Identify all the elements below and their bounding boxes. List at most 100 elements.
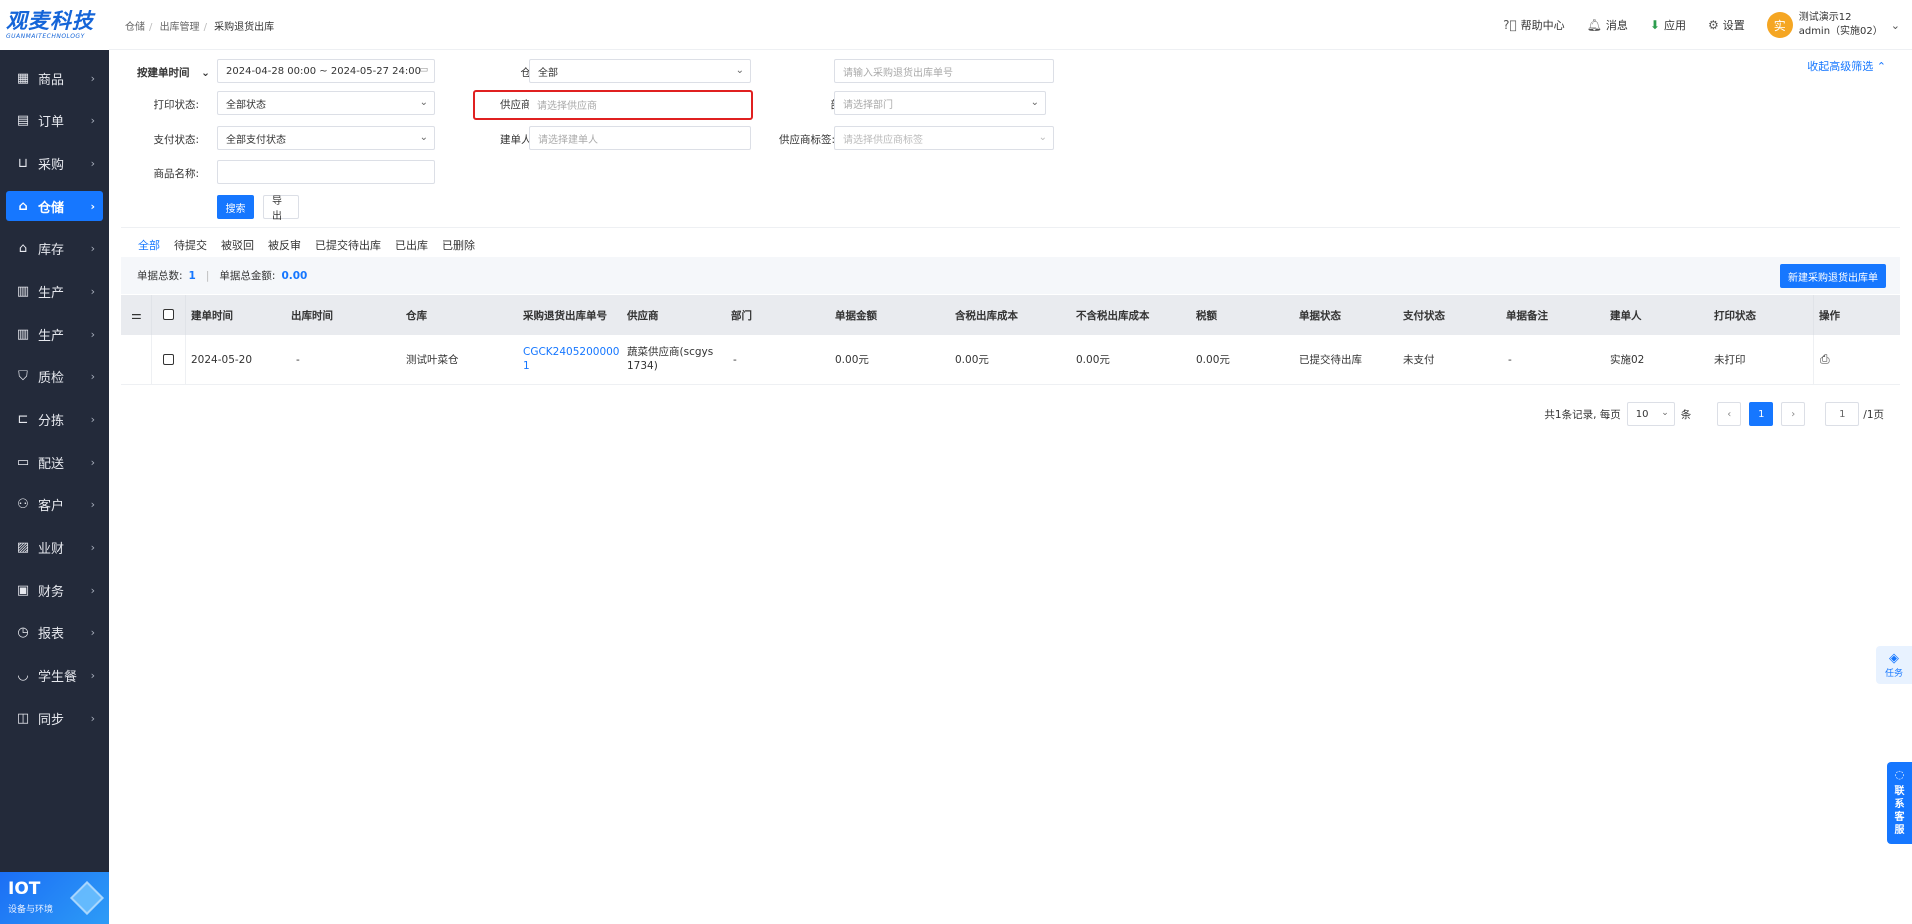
- warehouse-icon: ⌂: [18, 198, 28, 214]
- message-button[interactable]: 🔔︎ 消息: [1587, 17, 1628, 33]
- factory-icon: ▥: [16, 326, 30, 342]
- sidebar-item-label: 报表: [38, 627, 65, 643]
- product-name-input[interactable]: [217, 160, 435, 184]
- sidebar-item-label: 业财: [38, 542, 65, 558]
- sidebar-item-2[interactable]: ⊔ 采购 ›: [6, 148, 103, 178]
- pay-status-select[interactable]: 全部支付状态 ⌄: [217, 126, 435, 150]
- apps-button[interactable]: ⬇ 应用: [1650, 17, 1686, 33]
- contact-service-button[interactable]: ◌ 联 系 客 服: [1887, 762, 1912, 844]
- breadcrumb-item-outbound[interactable]: 出库管理: [160, 22, 200, 33]
- bar-chart-icon: ▨: [16, 540, 30, 556]
- doc-amount-value: 0.00: [281, 269, 308, 282]
- prev-page-button[interactable]: ‹: [1717, 402, 1742, 426]
- sidebar-item-label: 配送: [38, 456, 65, 472]
- page-1-button[interactable]: 1: [1749, 402, 1774, 426]
- user-menu[interactable]: 实 测试演示12 admin（实施02） ⌄: [1766, 11, 1900, 39]
- sidebar-item-label: 生产: [38, 328, 65, 344]
- breadcrumb-item-warehouse[interactable]: 仓储: [125, 22, 145, 33]
- column-divider: [185, 295, 186, 335]
- sidebar-item-label: 学生餐: [38, 670, 78, 686]
- user-name: 测试演示12: [1798, 12, 1852, 23]
- column-header-11: 支付状态: [1403, 309, 1445, 322]
- creator-select[interactable]: 请选择建单人: [529, 126, 751, 150]
- chevron-right-icon: ›: [1791, 408, 1796, 420]
- printer-icon[interactable]: ⎙: [1820, 352, 1830, 367]
- chevron-down-icon: ⌄: [1038, 132, 1047, 143]
- basket-icon: ⊔: [17, 155, 29, 171]
- logo[interactable]: 观麦科技 GUANMAITECHNOLOGY: [0, 0, 109, 50]
- chevron-right-icon: ›: [90, 541, 95, 555]
- bowl-icon: ◡: [17, 668, 29, 684]
- sidebar-item-1[interactable]: ▤ 订单 ›: [6, 106, 103, 136]
- sidebar-nav: ▦ 商品 › ▤ 订单 › ⊔ 采购 › ⌂ 仓储 › ⌂ 库存 › ▥ 生产 › ▥ 生产 › ⛉ 质检 › ⊏ 分拣 › ▭ 配送 ›…: [0, 63, 109, 733]
- sidebar-item-11[interactable]: ▨ 业财 ›: [6, 533, 103, 563]
- supplier-highlight-box: [473, 90, 753, 120]
- collapse-filter-link[interactable]: 收起高级筛选 ⌃: [1807, 58, 1886, 74]
- table-row[interactable]: 2024-05-20 - 测试叶菜仓 CGCK2405200000 1 蔬菜供应商(scg…: [121, 335, 1900, 385]
- pay-status-value: 全部支付状态: [226, 134, 286, 146]
- pay-status-cell: 未支付: [1403, 354, 1435, 366]
- supplier-cell: 蔬菜供应商(scgys 1734): [627, 345, 713, 373]
- sidebar-item-5[interactable]: ▥ 生产 ›: [6, 276, 103, 306]
- column-settings-icon[interactable]: ⚌: [131, 308, 142, 322]
- product-name-label: 商品名称:: [153, 168, 199, 180]
- column-divider: [1813, 295, 1814, 335]
- print-status-select[interactable]: 全部状态 ⌄: [217, 91, 435, 115]
- settings-button[interactable]: ⚙ 设置: [1708, 17, 1745, 33]
- sidebar-item-10[interactable]: ⚇ 客户 ›: [6, 490, 103, 520]
- column-header-0: 建单时间: [191, 309, 233, 322]
- department-select[interactable]: 请选择部门 ⌄: [834, 91, 1046, 115]
- order-number-line: 1: [523, 360, 530, 372]
- chevron-right-icon: ›: [90, 370, 95, 384]
- column-header-5: 部门: [731, 309, 752, 322]
- iot-banner[interactable]: IOT 设备与环境: [0, 872, 109, 924]
- page-size-value: 10: [1635, 408, 1649, 420]
- supplier-tag-select[interactable]: 请选择供应商标签 ⌄: [834, 126, 1054, 150]
- search-button[interactable]: 搜索: [217, 195, 254, 219]
- department-placeholder: 请选择部门: [843, 99, 893, 111]
- column-divider: [151, 335, 152, 384]
- page-size-select[interactable]: 10 ⌄: [1626, 402, 1675, 426]
- date-type-select[interactable]: 按建单时间 ⌄: [137, 65, 210, 80]
- column-header-12: 单据备注: [1506, 309, 1548, 322]
- sidebar-item-4[interactable]: ⌂ 库存 ›: [6, 234, 103, 264]
- warehouse-value: 全部: [538, 67, 558, 79]
- help-center-button[interactable]: ?⃝ 帮助中心: [1503, 17, 1565, 33]
- sidebar-item-15[interactable]: ◫ 同步 ›: [6, 703, 103, 733]
- date-range-input[interactable]: 2024-04-28 00:00 ~ 2024-05-27 24:00 ▭: [217, 59, 435, 83]
- amount-cell: 0.00元: [835, 354, 869, 366]
- sidebar-item-14[interactable]: ◡ 学生餐 ›: [6, 661, 103, 691]
- status-cell: 已提交待出库: [1299, 354, 1362, 366]
- chevron-down-icon: ⌄: [419, 132, 428, 143]
- column-divider: [185, 335, 186, 384]
- sidebar-item-8[interactable]: ⊏ 分拣 ›: [6, 405, 103, 435]
- sidebar-item-7[interactable]: ⛉ 质检 ›: [6, 362, 103, 392]
- sidebar-item-13[interactable]: ◷ 报表 ›: [6, 618, 103, 648]
- chevron-right-icon: ›: [90, 413, 95, 426]
- sidebar-item-9[interactable]: ▭ 配送 ›: [6, 447, 103, 477]
- chevron-right-icon: ›: [90, 284, 95, 298]
- sidebar-item-6[interactable]: ▥ 生产 ›: [6, 319, 103, 349]
- print-status-label: 打印状态:: [153, 99, 199, 111]
- creator-cell: 实施02: [1610, 354, 1645, 366]
- chevron-right-icon: ›: [90, 711, 95, 725]
- sidebar-item-0[interactable]: ▦ 商品 ›: [6, 63, 103, 93]
- task-float-button[interactable]: ◈ 任务: [1876, 646, 1912, 684]
- warehouse-cell: 测试叶菜仓: [406, 354, 459, 366]
- sidebar-item-3[interactable]: ⌂ 仓储 ›: [6, 191, 103, 222]
- task-label: 任务: [1884, 669, 1903, 679]
- search-input[interactable]: 请输入采购退货出库单号: [834, 59, 1054, 83]
- chevron-down-icon: ⌄: [419, 97, 428, 108]
- select-all-checkbox[interactable]: [163, 309, 174, 320]
- next-page-button[interactable]: ›: [1781, 402, 1806, 426]
- summary-bar: 单据总数: 1 | 单据总金额: 0.00 新建采购退货出库单: [121, 257, 1900, 294]
- divider: [121, 227, 1900, 228]
- page-jump-input[interactable]: 1: [1825, 402, 1860, 426]
- sidebar-item-12[interactable]: ▣ 财务 ›: [6, 575, 103, 605]
- row-checkbox[interactable]: [163, 354, 174, 365]
- order-number-link[interactable]: CGCK2405200000 1: [523, 345, 620, 373]
- new-return-order-button[interactable]: 新建采购退货出库单: [1780, 264, 1886, 288]
- download-icon: ⬇: [1649, 18, 1660, 32]
- export-button[interactable]: 导出: [263, 195, 299, 222]
- warehouse-select[interactable]: 全部 ⌄: [529, 59, 751, 83]
